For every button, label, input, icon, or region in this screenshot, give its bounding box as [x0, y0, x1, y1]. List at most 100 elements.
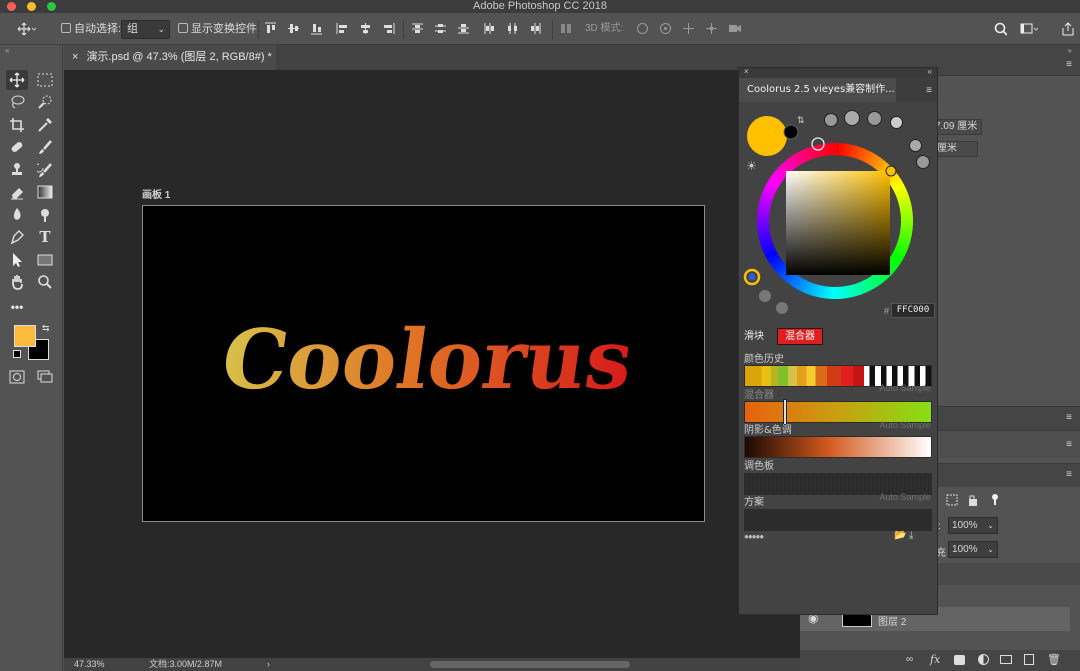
- hex-input[interactable]: FFC000: [891, 303, 935, 318]
- brightness-icon[interactable]: ☀: [746, 159, 757, 173]
- new-group-icon[interactable]: [1000, 655, 1012, 664]
- dodge-tool-icon[interactable]: [34, 205, 56, 225]
- scheme-strip[interactable]: [744, 509, 932, 531]
- add-mask-icon[interactable]: [954, 655, 965, 665]
- auto-select-checkbox[interactable]: 自动选择:: [61, 13, 121, 45]
- panel-menu-icon[interactable]: ≡: [1066, 439, 1072, 450]
- swap-colors-icon[interactable]: ⇆: [42, 323, 50, 334]
- color-wheel-area[interactable]: ⇅ ☀: [739, 106, 937, 316]
- quick-mask-icon[interactable]: [6, 367, 28, 387]
- swap-colors-icon[interactable]: ⇅: [797, 116, 805, 126]
- opacity-field[interactable]: 100% ⌄: [948, 517, 998, 534]
- tab-mixer[interactable]: 混合器: [777, 328, 823, 345]
- more-tools-icon[interactable]: •••: [6, 297, 28, 317]
- panel-menu-icon[interactable]: ≡: [1066, 469, 1072, 480]
- distribute-bottom-icon[interactable]: [457, 22, 470, 35]
- height-field[interactable]: 厘米: [932, 141, 978, 157]
- healing-brush-tool-icon[interactable]: [6, 137, 28, 157]
- save-icon[interactable]: ⤓: [909, 530, 913, 541]
- fill-field[interactable]: 100% ⌄: [948, 541, 998, 558]
- rotate-right-icon[interactable]: [776, 302, 788, 314]
- document-tab[interactable]: × 演示.psd @ 47.3% (图层 2, RGB/8#) *: [64, 45, 276, 70]
- screen-mode-icon[interactable]: [34, 367, 56, 387]
- minimize-window-button[interactable]: [27, 2, 36, 11]
- fx-icon[interactable]: fx: [930, 653, 940, 666]
- pen-tool-icon[interactable]: [6, 227, 28, 247]
- new-layer-icon[interactable]: [1024, 654, 1034, 665]
- rotate-left-icon[interactable]: [759, 290, 771, 302]
- knob-4-icon[interactable]: [890, 116, 903, 129]
- link-layers-icon[interactable]: ∞: [906, 654, 913, 665]
- status-chevron-icon[interactable]: ›: [267, 658, 270, 671]
- distribute-left-icon[interactable]: [483, 22, 496, 35]
- previous-color-swatch[interactable]: [783, 124, 799, 140]
- horizontal-scrollbar[interactable]: [430, 661, 630, 668]
- hue-handle[interactable]: [885, 165, 897, 177]
- close-window-button[interactable]: [7, 2, 16, 11]
- canvas-workspace[interactable]: 画板 1 Coolorus: [64, 70, 800, 658]
- type-tool-icon[interactable]: T: [34, 227, 56, 247]
- zoom-tool-icon[interactable]: [34, 272, 56, 292]
- knob-3-icon[interactable]: [867, 111, 882, 126]
- auto-select-dropdown[interactable]: 组 ⌄: [121, 20, 170, 39]
- marquee-tool-icon[interactable]: [34, 70, 56, 90]
- align-left-icon[interactable]: [336, 22, 349, 35]
- align-top-icon[interactable]: [264, 22, 277, 35]
- quick-select-tool-icon[interactable]: [34, 92, 56, 112]
- history-brush-tool-icon[interactable]: [34, 160, 56, 180]
- collapse-panel-icon[interactable]: «: [928, 67, 932, 76]
- close-tab-icon[interactable]: ×: [72, 51, 78, 63]
- 3d-roll-icon[interactable]: [659, 22, 672, 35]
- move-tool-preset-icon[interactable]: [17, 22, 37, 35]
- knob-5-icon[interactable]: [909, 139, 922, 152]
- share-icon[interactable]: [1061, 21, 1074, 35]
- workspace-switcher-icon[interactable]: [1020, 22, 1038, 35]
- search-icon[interactable]: [994, 22, 1007, 36]
- close-panel-icon[interactable]: ×: [744, 67, 749, 76]
- knob-6-icon[interactable]: [916, 155, 930, 169]
- panel-menu-icon[interactable]: ≡: [926, 85, 932, 96]
- auto-sample-mixer[interactable]: Auto Sample: [879, 383, 931, 393]
- auto-align-icon[interactable]: [560, 22, 573, 35]
- gradient-tool-icon[interactable]: [34, 182, 56, 202]
- lasso-tool-icon[interactable]: [6, 92, 28, 112]
- panel-menu-icon[interactable]: ≡: [1066, 412, 1072, 423]
- align-right-icon[interactable]: [382, 22, 395, 35]
- distribute-hcenter-icon[interactable]: [506, 22, 519, 35]
- collapse-panel-icon[interactable]: »: [1068, 46, 1072, 55]
- current-color-swatch[interactable]: [747, 116, 787, 156]
- distribute-vcenter-icon[interactable]: [434, 22, 447, 35]
- brush-tool-icon[interactable]: [34, 137, 56, 157]
- rectangle-tool-icon[interactable]: [34, 250, 56, 270]
- open-folder-icon[interactable]: 📂: [894, 530, 906, 541]
- knob-1-icon[interactable]: [824, 113, 838, 127]
- panel-menu-icon[interactable]: ≡: [1066, 59, 1072, 70]
- foreground-color-fill[interactable]: [14, 325, 36, 347]
- 3d-pan-icon[interactable]: [682, 22, 695, 35]
- 3d-scale-icon[interactable]: [728, 22, 741, 35]
- artboard-canvas[interactable]: Coolorus: [142, 205, 705, 522]
- auto-sample-palette[interactable]: Auto Sample: [879, 492, 931, 502]
- zoom-window-button[interactable]: [47, 2, 56, 11]
- adjustment-layer-icon[interactable]: [978, 654, 989, 665]
- lock-all-icon[interactable]: [988, 492, 1002, 506]
- hand-tool-icon[interactable]: [6, 272, 28, 292]
- layer-name[interactable]: 图层 2: [878, 613, 906, 628]
- blur-tool-icon[interactable]: [6, 205, 28, 225]
- lock-position-icon[interactable]: [966, 493, 980, 507]
- align-hcenter-icon[interactable]: [359, 22, 372, 35]
- 3d-slide-icon[interactable]: [705, 22, 718, 35]
- tab-sliders[interactable]: 滑块: [744, 329, 764, 345]
- delete-layer-icon[interactable]: 🗑: [1047, 653, 1061, 666]
- artboard-label[interactable]: 画板 1: [142, 186, 170, 201]
- lock-artboard-icon[interactable]: [945, 493, 959, 507]
- default-colors-icon[interactable]: [13, 350, 21, 358]
- eraser-tool-icon[interactable]: [6, 182, 28, 202]
- clone-stamp-tool-icon[interactable]: [6, 160, 28, 180]
- collapse-tools-icon[interactable]: «: [5, 46, 9, 55]
- move-tool-icon[interactable]: [6, 70, 28, 90]
- eyedropper-tool-icon[interactable]: [34, 115, 56, 135]
- scheme-page-dots[interactable]: ●●●●●: [744, 532, 764, 541]
- align-bottom-icon[interactable]: [310, 22, 323, 35]
- zoom-level[interactable]: 47.33%: [74, 658, 105, 671]
